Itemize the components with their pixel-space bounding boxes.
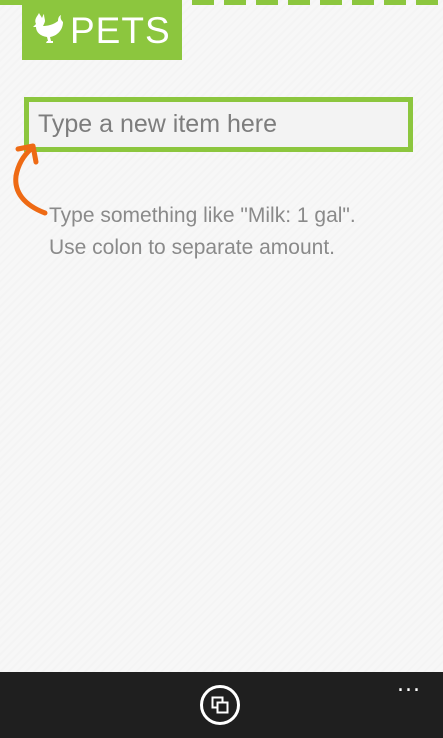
curved-arrow-icon (13, 143, 48, 216)
more-options-button[interactable]: ... (394, 672, 424, 698)
hint-line-1: Type something like "Milk: 1 gal". (49, 204, 356, 227)
app-title: PETS (70, 10, 171, 51)
copy-button[interactable] (200, 685, 240, 725)
copy-icon (211, 696, 229, 714)
hint-text: Type something like "Milk: 1 gal". Use c… (49, 200, 429, 264)
app-bar: ... (0, 672, 443, 738)
app-header: PETS (22, 0, 182, 60)
hen-icon (33, 13, 63, 43)
new-item-input[interactable] (24, 97, 413, 152)
hint-line-2: Use colon to separate amount. (49, 236, 336, 259)
